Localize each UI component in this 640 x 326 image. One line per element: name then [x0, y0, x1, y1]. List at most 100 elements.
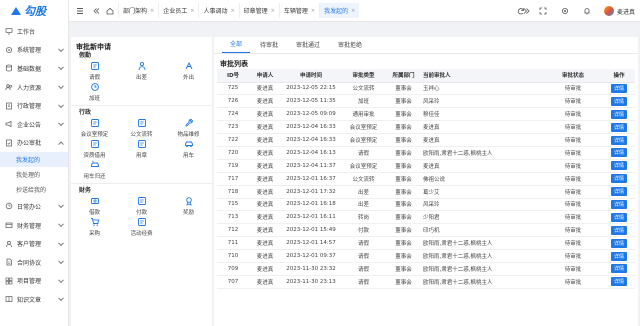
- apply-car-return[interactable]: 用车归还: [71, 160, 118, 181]
- tab-item[interactable]: 我发起的 ×: [319, 3, 360, 18]
- table-cell[interactable]: 详情: [603, 94, 635, 109]
- app-logo[interactable]: 勾股 OA: [0, 0, 68, 22]
- detail-button[interactable]: 详情: [610, 212, 627, 222]
- detail-button[interactable]: 详情: [610, 251, 627, 261]
- apply-reward[interactable]: 奖励: [165, 196, 212, 217]
- close-icon[interactable]: ×: [230, 8, 234, 14]
- sidebar-item-megaphone[interactable]: 企业公告: [0, 115, 68, 134]
- apply-label: 付款: [135, 210, 147, 216]
- sidebar-item-database[interactable]: 基础数据: [0, 59, 68, 78]
- notification-bell-icon[interactable]: [582, 6, 592, 16]
- detail-button[interactable]: 详情: [610, 264, 627, 274]
- apply-overtime[interactable]: 加班: [71, 82, 118, 103]
- apply-payment[interactable]: 付款: [118, 196, 165, 217]
- status-tab[interactable]: 审批通过: [288, 40, 328, 53]
- table-cell[interactable]: 详情: [603, 120, 635, 135]
- table-cell[interactable]: 详情: [603, 172, 635, 186]
- fullscreen-icon[interactable]: [538, 6, 548, 16]
- detail-button[interactable]: 详情: [610, 187, 627, 197]
- sidebar-item-clock[interactable]: 日常办公: [0, 197, 68, 216]
- detail-button[interactable]: 详情: [610, 238, 627, 248]
- table-cell[interactable]: 详情: [603, 133, 635, 147]
- apply-trip[interactable]: 出差: [118, 61, 165, 82]
- table-cell[interactable]: 详情: [603, 107, 635, 122]
- sidebar-item-document-check[interactable]: 办公审批: [0, 134, 68, 153]
- status-tab[interactable]: 全部: [222, 39, 251, 53]
- detail-button[interactable]: 详情: [610, 199, 627, 209]
- apply-loan[interactable]: 借款: [71, 196, 118, 217]
- sidebar-item-project[interactable]: 项目管理: [0, 272, 68, 291]
- apply-repair[interactable]: 物品维修: [165, 118, 212, 139]
- cell-text: 715: [227, 201, 239, 208]
- sidebar-item-contract[interactable]: 合同协议: [0, 253, 68, 272]
- sidebar-subitem[interactable]: 我发起的: [0, 152, 68, 168]
- sidebar-item-desktop[interactable]: 工作台: [0, 22, 68, 41]
- table-cell: 董事会: [386, 262, 421, 276]
- close-icon[interactable]: ×: [150, 8, 154, 14]
- apply-leave[interactable]: 请假: [71, 61, 118, 82]
- table-cell[interactable]: 详情: [603, 210, 635, 225]
- apply-meeting-room[interactable]: 会议室预定: [71, 118, 118, 139]
- menu-collapse-icon[interactable]: [75, 6, 85, 16]
- detail-button[interactable]: 详情: [610, 122, 627, 132]
- home-tab-icon[interactable]: [105, 6, 115, 16]
- detail-button[interactable]: 详情: [610, 225, 627, 235]
- apply-activity-fund[interactable]: 活动经费: [118, 217, 165, 238]
- close-icon[interactable]: ×: [271, 8, 275, 14]
- sidebar-subitem[interactable]: 抄送给我的: [0, 182, 68, 197]
- detail-button[interactable]: 详情: [610, 161, 627, 171]
- tab-item[interactable]: 车辆管理 ×: [278, 3, 319, 18]
- table-cell[interactable]: 详情: [603, 249, 635, 263]
- sidebar-item-users[interactable]: 人力资源: [0, 78, 68, 97]
- close-icon[interactable]: ×: [190, 8, 194, 14]
- status-tab[interactable]: 审批拒绝: [330, 40, 370, 53]
- apply-seal[interactable]: 用章: [118, 139, 165, 160]
- sidebar-item-book[interactable]: 知识文章: [0, 290, 68, 309]
- refresh-icon[interactable]: [516, 6, 526, 16]
- detail-button[interactable]: 详情: [610, 277, 627, 287]
- sidebar-item-customer[interactable]: 客户管理: [0, 234, 68, 253]
- apply-document-flow[interactable]: 公文流转: [118, 118, 165, 139]
- cell-text: 董事会: [395, 99, 412, 106]
- sidebar-subitem[interactable]: 我处理的: [0, 167, 68, 182]
- megaphone-icon: [5, 120, 13, 128]
- sidebar-item-building[interactable]: 行政管理: [0, 96, 68, 115]
- apply-outing[interactable]: 外出: [165, 61, 212, 82]
- table-cell[interactable]: 详情: [603, 185, 635, 199]
- sidebar-item-settings[interactable]: 系统管理: [0, 41, 68, 60]
- close-icon[interactable]: ×: [311, 8, 315, 14]
- detail-button[interactable]: 详情: [610, 174, 627, 184]
- table-cell[interactable]: 详情: [603, 198, 635, 212]
- table-cell[interactable]: 详情: [603, 262, 635, 276]
- table-cell[interactable]: 详情: [603, 275, 635, 289]
- table-cell: 2023-12-04 16:33: [281, 133, 341, 147]
- detail-button[interactable]: 详情: [610, 109, 627, 119]
- sidebar-item-finance[interactable]: 财务管理: [0, 216, 68, 235]
- detail-button[interactable]: 详情: [610, 96, 627, 106]
- detail-button[interactable]: 详情: [610, 135, 627, 145]
- table-cell[interactable]: 详情: [603, 159, 635, 173]
- tab-item[interactable]: 印章管理 ×: [238, 3, 279, 18]
- settings-icon[interactable]: [560, 6, 570, 16]
- status-tab[interactable]: 待审批: [252, 40, 286, 53]
- table-cell[interactable]: 详情: [603, 146, 635, 160]
- tab-item[interactable]: 人事调动 ×: [198, 3, 238, 18]
- apply-qualification[interactable]: 资质借用: [71, 139, 118, 160]
- apply-label: 资质借用: [83, 153, 106, 159]
- user-menu[interactable]: 麦进真: [603, 6, 635, 16]
- table-cell[interactable]: 详情: [603, 223, 635, 238]
- tabs-scroll-left-icon[interactable]: [91, 6, 101, 16]
- apply-purchase[interactable]: 采购: [71, 217, 118, 238]
- table-cell: 通用审批: [341, 107, 386, 122]
- table-cell[interactable]: 详情: [603, 82, 635, 96]
- tab-item[interactable]: 部门架构 ×: [118, 3, 158, 18]
- apply-car[interactable]: 用车: [165, 139, 212, 160]
- close-icon[interactable]: ×: [351, 8, 355, 14]
- detail-button[interactable]: 详情: [610, 148, 627, 158]
- tab-item[interactable]: 企业员工 ×: [158, 3, 198, 18]
- cell-text: 麦进真: [256, 266, 274, 273]
- cell-text: 风采玲: [423, 99, 440, 106]
- table-cell: 少阳君: [421, 210, 543, 225]
- detail-button[interactable]: 详情: [610, 83, 627, 93]
- table-cell[interactable]: 详情: [603, 236, 635, 251]
